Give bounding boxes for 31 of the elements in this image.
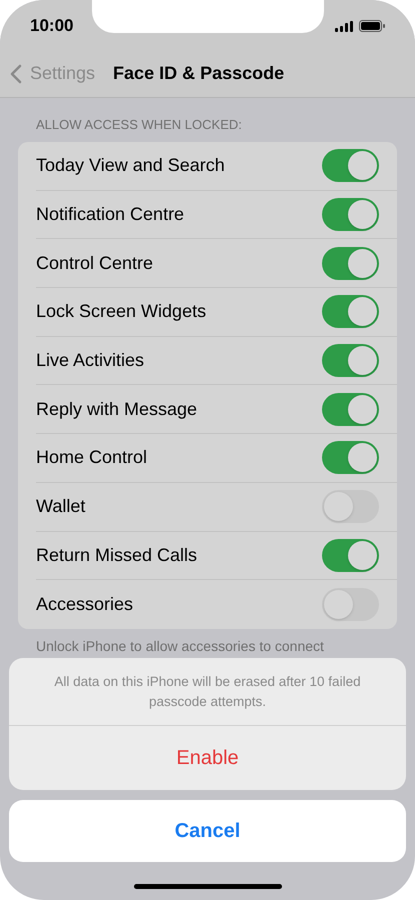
toggle-switch[interactable]: [322, 344, 379, 378]
cancel-button[interactable]: Cancel: [9, 800, 406, 862]
enable-button[interactable]: Enable: [9, 726, 406, 790]
row-label: Wallet: [36, 495, 86, 518]
toggle-switch[interactable]: [322, 441, 379, 474]
battery-icon: [359, 20, 385, 32]
row-label: Accessories: [36, 593, 134, 616]
row-label: Control Centre: [36, 252, 154, 275]
sheet-message: All data on this iPhone will be erased after 10 failed passcode attempts.: [9, 658, 406, 726]
section-header: ALLOW ACCESS WHEN LOCKED:: [36, 117, 243, 133]
signal-icon: [335, 20, 353, 32]
status-time: 10:00: [30, 15, 74, 38]
section-footer: Unlock iPhone to allow accessories to connect: [36, 636, 415, 655]
row-label: Reply with Message: [36, 398, 198, 421]
toggle-switch[interactable]: [322, 246, 379, 280]
toggle-switch[interactable]: [322, 490, 379, 524]
back-button[interactable]: Settings: [10, 60, 96, 87]
row-label: Today View and Search: [36, 154, 225, 178]
toggle-switch[interactable]: [322, 392, 379, 426]
toggle-switch[interactable]: [322, 538, 379, 572]
toggle-switch[interactable]: [322, 149, 379, 182]
back-chevron-icon: [10, 64, 22, 84]
row-label: Lock Screen Widgets: [36, 300, 206, 324]
toggle-switch[interactable]: [322, 198, 379, 232]
row-label: Live Activities: [36, 349, 144, 372]
row-label: Home Control: [36, 446, 148, 470]
row-label: Notification Centre: [36, 203, 184, 226]
toggle-switch[interactable]: [322, 295, 379, 328]
toggle-switch[interactable]: [322, 588, 379, 622]
page-title: Face ID & Passcode: [113, 62, 284, 85]
row-label: Return Missed Calls: [36, 544, 198, 567]
